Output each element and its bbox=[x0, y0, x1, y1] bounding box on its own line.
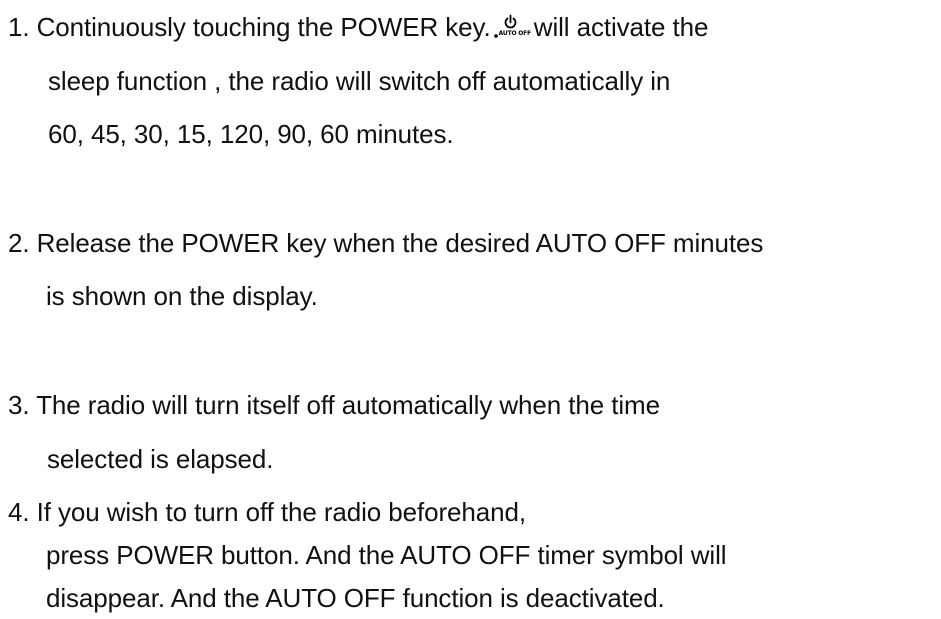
item-1-line-2: sleep function , the radio will switch o… bbox=[48, 66, 671, 96]
item-3-line-1: 3. The radio will turn itself off automa… bbox=[8, 390, 660, 420]
item-1-line-1-tail: will activate the bbox=[533, 12, 709, 42]
item-3-line-2: selected is elapsed. bbox=[47, 444, 274, 474]
item-1-line-1: 1. Continuously touching the POWER key. A… bbox=[8, 11, 708, 44]
item-4-line-3: disappear. And the AUTO OFF function is … bbox=[46, 583, 665, 613]
item-2-line-1: 2. Release the POWER key when the desire… bbox=[8, 228, 764, 258]
item-2-line-2: is shown on the display. bbox=[46, 281, 318, 311]
item-1-line-3: 60, 45, 30, 15, 120, 90, 60 minutes. bbox=[48, 119, 454, 149]
instruction-page: 1. Continuously touching the POWER key. A… bbox=[0, 0, 941, 619]
item-4-line-1: 4. If you wish to turn off the radio bef… bbox=[8, 497, 526, 527]
power-auto-off-icon: AUTO OFF bbox=[493, 14, 531, 44]
power-icon-caption: AUTO OFF bbox=[498, 30, 532, 37]
item-4-line-2: press POWER button. And the AUTO OFF tim… bbox=[46, 540, 727, 570]
item-1-line-1-text: 1. Continuously touching the POWER key. bbox=[8, 12, 491, 42]
